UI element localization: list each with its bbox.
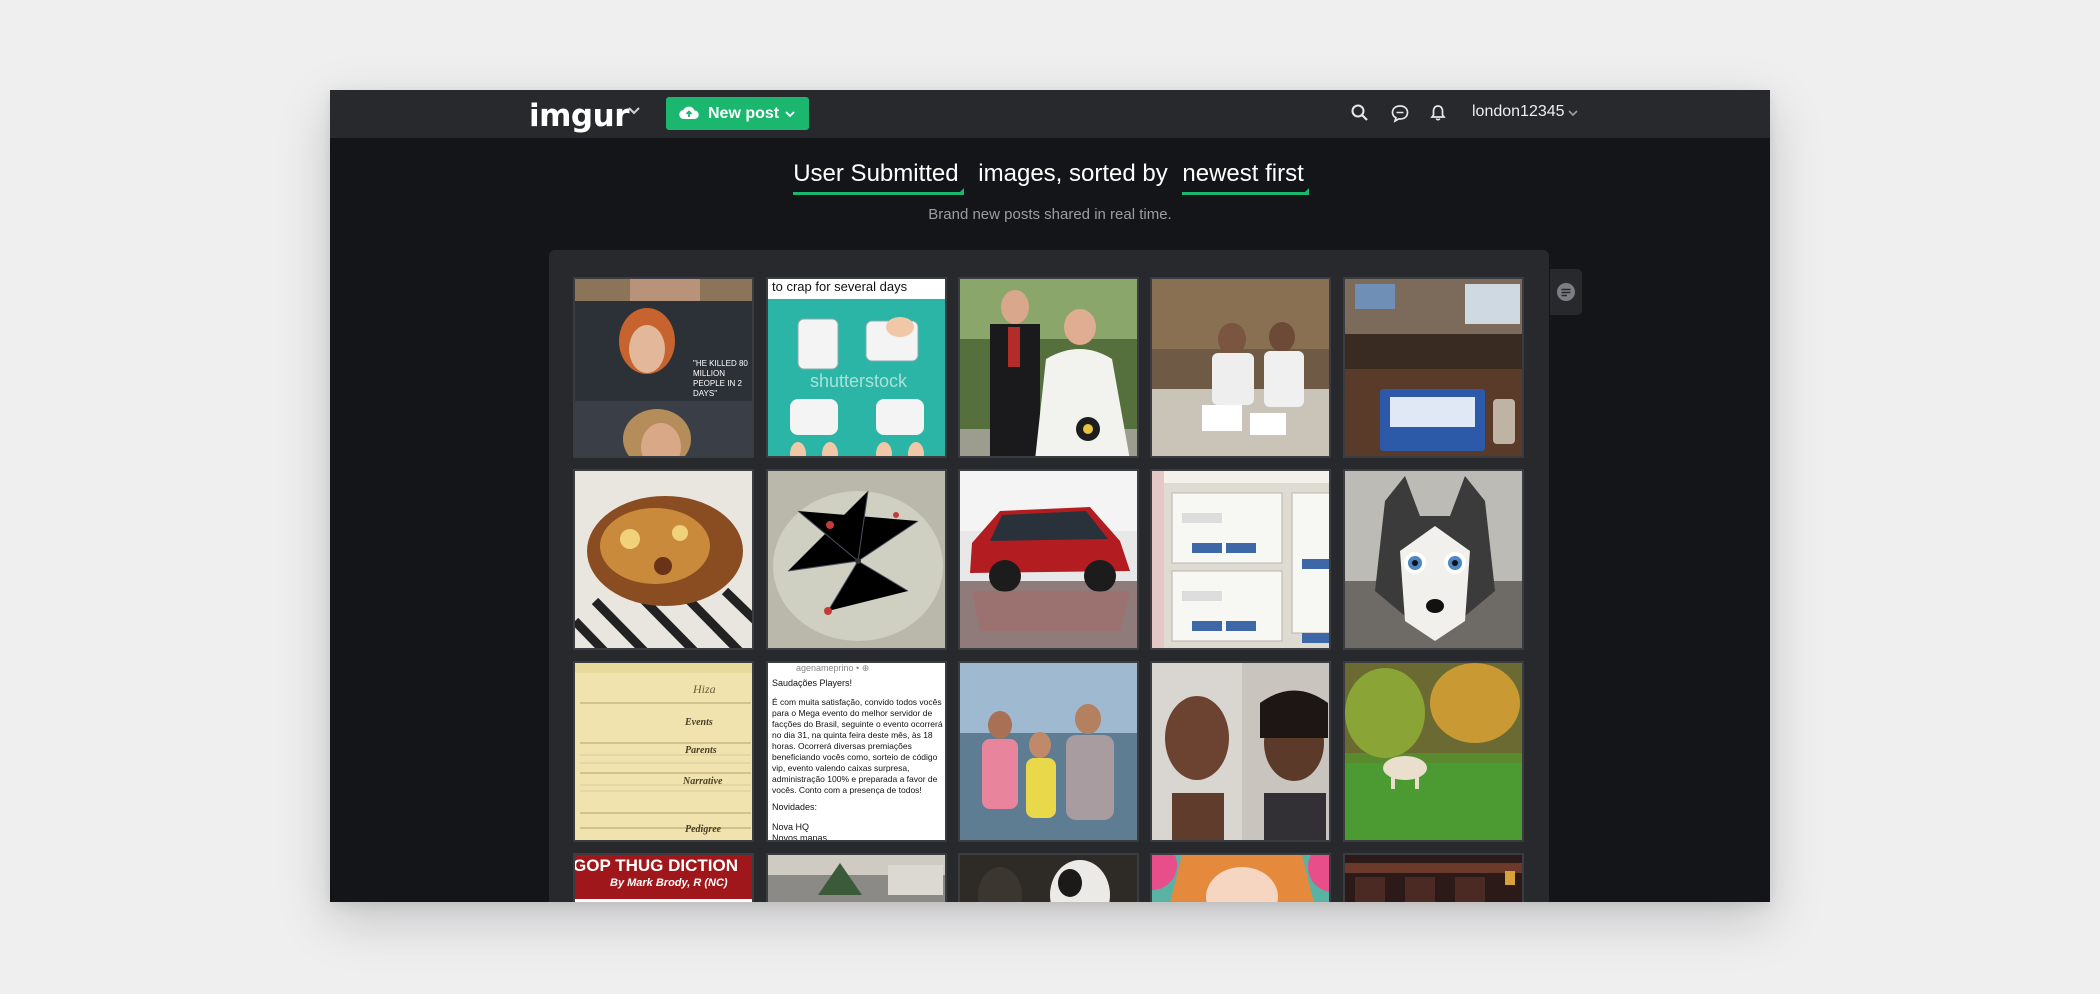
thumbnail-watermark: shutterstock	[810, 371, 908, 391]
thumbnail-mugshots[interactable]	[1150, 661, 1331, 842]
thumbnail-dog-photo[interactable]	[958, 853, 1139, 902]
notifications-icon[interactable]	[1427, 102, 1449, 124]
document-section-pedigree: Pedigree	[685, 824, 722, 835]
document-section-parents: Parents	[685, 745, 717, 756]
thumbnail-office-meeting[interactable]	[1150, 277, 1331, 458]
chevron-down-icon[interactable]	[625, 102, 643, 120]
sort-filter-dropdown[interactable]: newest first	[1182, 160, 1310, 195]
thumbnail-husky-dog[interactable]	[1343, 469, 1524, 650]
browser-window: imgur New post london12345 User Submitte…	[330, 90, 1770, 902]
chevron-down-icon	[785, 111, 795, 118]
post-news-label: Novidades:	[772, 802, 818, 812]
post-header: agenameprino • ⊕	[796, 663, 870, 673]
thumbnail-anime-art[interactable]	[1150, 853, 1331, 902]
post-body: É com muita satisfação, convido todos vo…	[772, 697, 943, 795]
thumbnail-red-car[interactable]	[958, 469, 1139, 650]
side-panel-toggle[interactable]	[1550, 269, 1582, 315]
thumbnail-cow-field[interactable]	[1343, 661, 1524, 842]
page-title: User Submitted images, sorted by newest …	[330, 160, 1770, 195]
comment-list-icon	[1557, 283, 1575, 301]
thumbnail-christmas-room[interactable]	[766, 853, 947, 902]
post-greeting: Saudações Players!	[772, 678, 853, 688]
top-nav-bar: imgur New post london12345	[330, 90, 1770, 138]
thumbnail-avengers-meme[interactable]: "HE KILLED 80 MILLION PEOPLE IN 2 DAYS"	[573, 277, 754, 458]
thumbnail-caption: "HE KILLED 80 MILLION PEOPLE IN 2 DAYS"	[693, 359, 748, 398]
document-section-events: Events	[685, 717, 713, 728]
document-title: Hiza	[693, 682, 716, 696]
title-connector-text: images, sorted by	[978, 160, 1168, 187]
post-news-item: Novos mapas	[772, 833, 828, 842]
new-post-label: New post	[708, 105, 780, 122]
document-section-narrative: Narrative	[683, 776, 723, 787]
imgur-logo[interactable]: imgur	[529, 98, 629, 134]
thumbnail-portuguese-text-post[interactable]: agenameprino • ⊕ Saudações Players! É co…	[766, 661, 947, 842]
username-menu[interactable]: london12345	[1472, 103, 1565, 121]
chevron-down-icon[interactable]	[1567, 107, 1579, 119]
thumbnail-gop-dictionary[interactable]: GOP THUG DICTION By Mark Brody, R (NC)	[573, 853, 754, 902]
messages-icon[interactable]	[1389, 102, 1411, 124]
thumbnail-wedding-photo[interactable]	[958, 277, 1139, 458]
thumbnail-dark-storefront[interactable]	[1343, 853, 1524, 902]
thumbnail-diaper-comic[interactable]: to crap for several days shutterstock	[766, 277, 947, 458]
thumbnail-web-forms-screenshot[interactable]	[1150, 469, 1331, 650]
search-icon[interactable]	[1349, 102, 1371, 124]
thumbnail-beach-friends[interactable]	[958, 661, 1139, 842]
thumbnail-food-plate[interactable]	[573, 469, 754, 650]
cloud-upload-icon	[679, 106, 699, 120]
thumbnail-map-pins[interactable]	[766, 469, 947, 650]
thumbnail-cafe-laptop[interactable]	[1343, 277, 1524, 458]
thumbnail-genealogy-document[interactable]: Hiza Events Parents Narrative Pedigree	[573, 661, 754, 842]
page-subtitle: Brand new posts shared in real time.	[928, 206, 1172, 223]
new-post-button[interactable]: New post	[666, 97, 809, 130]
section-filter-dropdown[interactable]: User Submitted	[793, 160, 965, 195]
